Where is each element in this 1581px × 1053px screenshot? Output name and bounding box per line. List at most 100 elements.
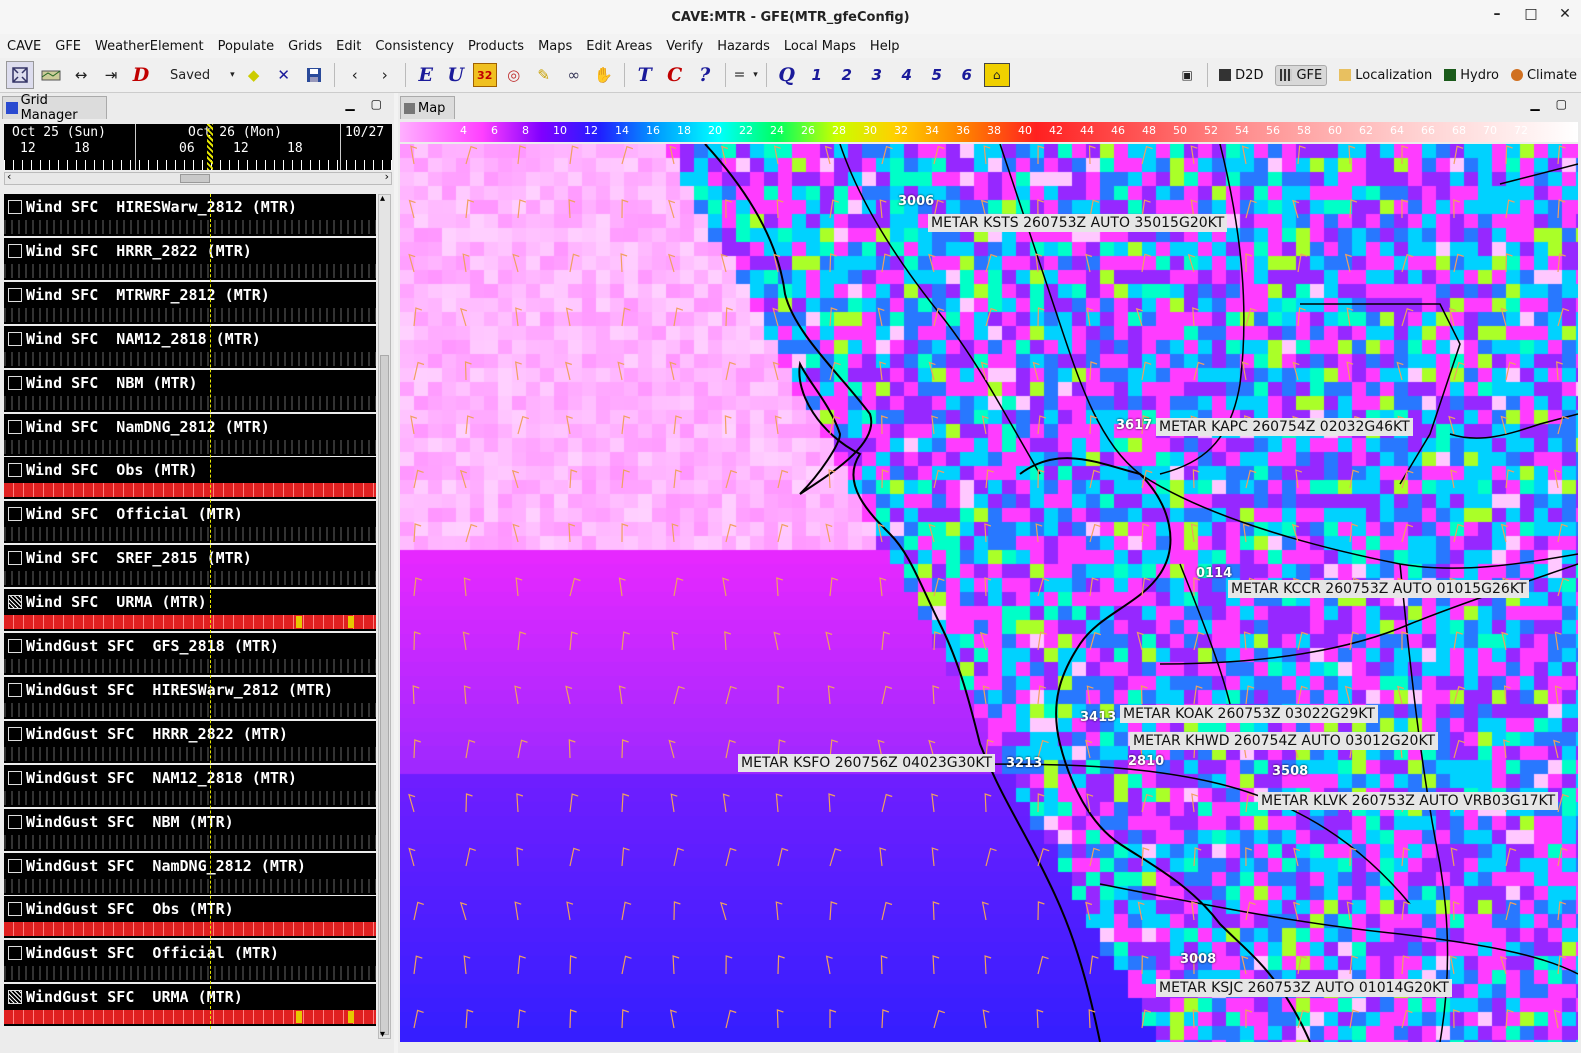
minimize-icon[interactable]: ▁ [345, 97, 354, 111]
grid-row[interactable]: Wind SFC Official (MTR) [4, 501, 376, 544]
grid-row[interactable]: WindGust SFC NAM12_2818 (MTR) [4, 764, 376, 807]
menu-help[interactable]: Help [863, 39, 907, 54]
metar-label[interactable]: METAR KSTS 260753Z AUTO 35015G20KT [928, 214, 1228, 232]
grid-row-checkbox[interactable] [8, 419, 22, 434]
grid-row-checkbox[interactable] [8, 375, 22, 390]
grid-block-marker[interactable] [296, 616, 302, 629]
grid-row-checkbox[interactable] [8, 990, 22, 1005]
text-t-button[interactable]: T [632, 62, 658, 88]
fill-button[interactable]: ◆ [241, 62, 267, 88]
grid-row-checkbox[interactable] [8, 463, 22, 478]
grid-row[interactable]: Wind SFC URMA (MTR) [4, 589, 376, 632]
grid-row-timeline[interactable] [4, 307, 376, 322]
grid-row-checkbox[interactable] [8, 902, 22, 917]
grid-row-checkbox[interactable] [8, 639, 22, 653]
maximize-icon[interactable]: ▢ [1556, 97, 1567, 111]
minimize-icon[interactable]: ▁ [1530, 97, 1539, 111]
grid-row-timeline[interactable] [4, 746, 376, 761]
grid-row-timeline[interactable] [4, 834, 376, 849]
grid-row[interactable]: Wind SFC NBM (MTR) [4, 369, 376, 412]
menu-edit[interactable]: Edit [329, 39, 368, 54]
station-value[interactable]: 2810 [1128, 754, 1164, 769]
grid-row[interactable]: Wind SFC SREF_2815 (MTR) [4, 545, 376, 588]
maximize-icon[interactable]: □ [1523, 6, 1539, 22]
grid-list-scrollbar-thumb[interactable] [380, 355, 389, 1035]
hazard-h-button[interactable]: ⌂ [983, 63, 1010, 87]
grid-row[interactable]: WindGust SFC HIRESWarw_2812 (MTR) [4, 676, 376, 719]
grid-row[interactable]: Wind SFC HRRR_2822 (MTR) [4, 237, 376, 280]
grid-row[interactable]: Wind SFC NamDNG_2812 (MTR) [4, 413, 376, 456]
station-value[interactable]: 3008 [1180, 952, 1216, 967]
menu-populate[interactable]: Populate [211, 39, 282, 54]
grid-row[interactable]: WindGust SFC Obs (MTR) [4, 896, 376, 939]
grid-list-scrollbar[interactable]: ▴ ▾ [378, 193, 391, 1040]
color-bar[interactable]: 4 6 8 10 12 14 16 18 20 22 24 26 28 30 32 34 36 38 40 42 44 4… [400, 122, 1578, 142]
menu-edit-areas[interactable]: Edit Areas [579, 39, 659, 54]
badge-32-button[interactable]: 32 [472, 63, 497, 87]
menu-gfe[interactable]: GFE [48, 39, 88, 54]
level-4-button[interactable]: 4 [894, 62, 920, 88]
grid-row-checkbox[interactable] [8, 595, 22, 610]
grid-row-checkbox[interactable] [8, 287, 22, 302]
metar-label[interactable]: METAR KCCR 260753Z AUTO 01015G26KT [1228, 580, 1530, 598]
metar-label[interactable]: METAR KLVK 260753Z AUTO VRB03G17KT [1258, 792, 1559, 810]
menu-cave[interactable]: CAVE [0, 39, 48, 54]
station-value[interactable]: 3617 [1116, 418, 1152, 433]
grid-row-checkbox[interactable] [8, 682, 22, 697]
grid-row[interactable]: WindGust SFC NamDNG_2812 (MTR) [4, 852, 376, 895]
expand-horizontal-button[interactable]: ↔ [68, 62, 94, 88]
grid-row-checkbox[interactable] [8, 331, 22, 346]
grid-row-checkbox[interactable] [8, 243, 22, 258]
grid-row-timeline[interactable] [4, 702, 376, 717]
perspective-climate[interactable]: Climate [1510, 68, 1577, 83]
grid-row[interactable]: Wind SFC Obs (MTR) [4, 457, 376, 500]
grid-row[interactable]: WindGust SFC NBM (MTR) [4, 808, 376, 851]
time-scale[interactable]: Oct 25 (Sun) Oct 26 (Mon) 10/27 12 18 06… [4, 124, 392, 170]
grid-row-timeline[interactable] [4, 263, 376, 278]
grid-row[interactable]: Wind SFC MTRWRF_2812 (MTR) [4, 281, 376, 324]
grid-row-timeline[interactable] [4, 922, 376, 937]
metar-label[interactable]: METAR KSFO 260756Z 04023G30KT [738, 754, 996, 772]
grid-row-checkbox[interactable] [8, 946, 22, 961]
equals-selector[interactable]: = ▾ [733, 62, 759, 88]
map-tab[interactable]: Map [400, 96, 455, 119]
grid-row-checkbox[interactable] [8, 551, 22, 566]
grid-row-checkbox[interactable] [8, 770, 22, 785]
binoculars-button[interactable]: ∞ [561, 62, 587, 88]
metar-label[interactable]: METAR KSJC 260753Z AUTO 01014G20KT [1156, 979, 1452, 997]
chevron-right-icon[interactable]: › [385, 170, 389, 183]
grid-row-checkbox[interactable] [8, 814, 22, 829]
grid-row-timeline[interactable] [4, 790, 376, 805]
grid-row-timeline[interactable] [4, 439, 376, 454]
menu-verify[interactable]: Verify [659, 39, 710, 54]
hand-pan-button[interactable]: ✋ [591, 62, 617, 88]
grid-row-timeline[interactable] [4, 395, 376, 410]
grid-row[interactable]: WindGust SFC Official (MTR) [4, 940, 376, 983]
edit-u-button[interactable]: U [443, 62, 469, 88]
level-2-button[interactable]: 2 [834, 62, 860, 88]
level-6-button[interactable]: 6 [954, 62, 980, 88]
grid-row[interactable]: WindGust SFC GFS_2818 (MTR) [4, 633, 376, 675]
shrink-horizontal-button[interactable]: ⇥ [98, 62, 124, 88]
station-value[interactable]: 3508 [1272, 764, 1308, 779]
chevron-down-icon[interactable]: ▾ [380, 1029, 385, 1040]
menu-consistency[interactable]: Consistency [368, 39, 461, 54]
grid-row-timeline[interactable] [4, 659, 376, 673]
chevron-up-icon[interactable]: ▴ [380, 193, 385, 204]
perspective-localization[interactable]: Localization [1339, 68, 1432, 83]
grid-row-timeline[interactable] [4, 571, 376, 586]
level-3-button[interactable]: 3 [864, 62, 890, 88]
level-1-button[interactable]: 1 [804, 62, 830, 88]
metar-label[interactable]: METAR KHWD 260754Z AUTO 03012G20KT [1130, 732, 1439, 750]
chevron-left-icon[interactable]: ‹ [7, 170, 11, 183]
metar-label[interactable]: METAR KOAK 260753Z 03022G29KT [1120, 705, 1378, 723]
help-question-button[interactable]: ? [692, 62, 718, 88]
perspective-d2d[interactable]: D2D [1219, 68, 1263, 83]
grid-row-timeline[interactable] [4, 220, 376, 234]
grid-block-marker[interactable] [348, 616, 354, 629]
step-forward-button[interactable]: › [372, 62, 398, 88]
grid-manager-tab[interactable]: Grid Manager [2, 93, 107, 123]
vector-edit-button[interactable]: ✕ [271, 62, 297, 88]
target-button[interactable]: ◎ [501, 62, 527, 88]
grid-row-checkbox[interactable] [8, 726, 22, 741]
